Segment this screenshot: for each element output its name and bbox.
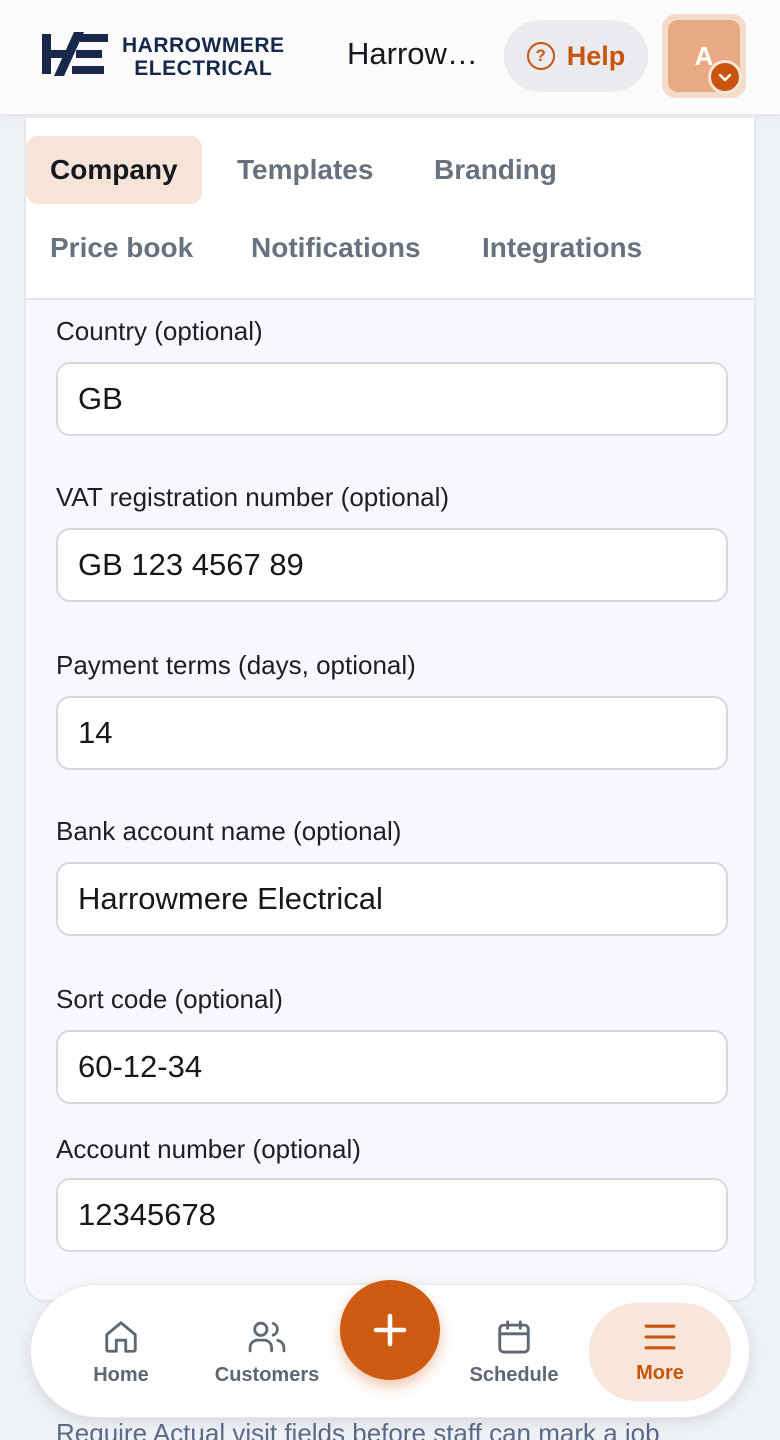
help-circle-icon: ? <box>526 42 555 70</box>
country-field[interactable] <box>56 362 728 436</box>
nav-more-label: More <box>636 1361 684 1384</box>
company-switcher[interactable]: Harrowmere Electrical <box>347 36 487 72</box>
home-icon <box>105 1320 137 1353</box>
company-logo[interactable]: HARROWMERE ELECTRICAL <box>40 30 308 80</box>
logo-line1: HARROWMERE <box>122 34 285 57</box>
account-number-field[interactable] <box>56 1178 728 1252</box>
logo-mark-icon <box>42 32 108 76</box>
app-header: HARROWMERE ELECTRICAL Harrowmere Electri… <box>0 0 780 116</box>
vat-number-label: VAT registration number (optional) <box>56 482 450 512</box>
tab-templates[interactable]: Templates <box>213 136 397 204</box>
calendar-icon <box>498 1320 530 1353</box>
settings-tabs: Company Templates Branding Price book No… <box>26 118 754 300</box>
menu-icon <box>644 1324 676 1349</box>
nav-schedule[interactable]: Schedule <box>444 1285 584 1419</box>
nav-customers[interactable]: Customers <box>197 1285 337 1419</box>
chevron-down-icon <box>708 60 742 94</box>
help-button[interactable]: ? Help <box>504 20 648 92</box>
user-menu-button[interactable]: A <box>662 14 746 98</box>
plus-icon <box>373 1313 407 1347</box>
logo-text: HARROWMERE ELECTRICAL <box>122 34 285 80</box>
account-number-label: Account number (optional) <box>56 1134 361 1164</box>
tab-company[interactable]: Company <box>26 136 202 204</box>
help-label: Help <box>566 40 626 71</box>
nav-home[interactable]: Home <box>51 1285 191 1419</box>
users-icon <box>248 1321 286 1352</box>
sort-code-field[interactable] <box>56 1030 728 1104</box>
settings-card: Company Templates Branding Price book No… <box>24 118 756 1302</box>
sort-code-label: Sort code (optional) <box>56 984 283 1014</box>
tab-integrations[interactable]: Integrations <box>458 214 666 282</box>
nav-customers-label: Customers <box>214 1363 320 1386</box>
create-new-button[interactable] <box>340 1280 440 1380</box>
nav-more[interactable]: More <box>589 1303 731 1401</box>
bank-account-name-field[interactable] <box>56 862 728 936</box>
logo-line2: ELECTRICAL <box>134 57 273 80</box>
tab-notifications[interactable]: Notifications <box>227 214 445 282</box>
vat-number-field[interactable] <box>56 528 728 602</box>
tab-price-book[interactable]: Price book <box>26 214 217 282</box>
nav-schedule-label: Schedule <box>469 1363 559 1386</box>
tab-branding[interactable]: Branding <box>410 136 581 204</box>
bank-account-name-label: Bank account name (optional) <box>56 816 402 846</box>
payment-terms-label: Payment terms (days, optional) <box>56 650 416 680</box>
nav-home-label: Home <box>93 1363 149 1386</box>
country-label: Country (optional) <box>56 316 263 346</box>
next-section-text: Require Actual visit fields before staff… <box>56 1418 660 1440</box>
payment-terms-field[interactable] <box>56 696 728 770</box>
